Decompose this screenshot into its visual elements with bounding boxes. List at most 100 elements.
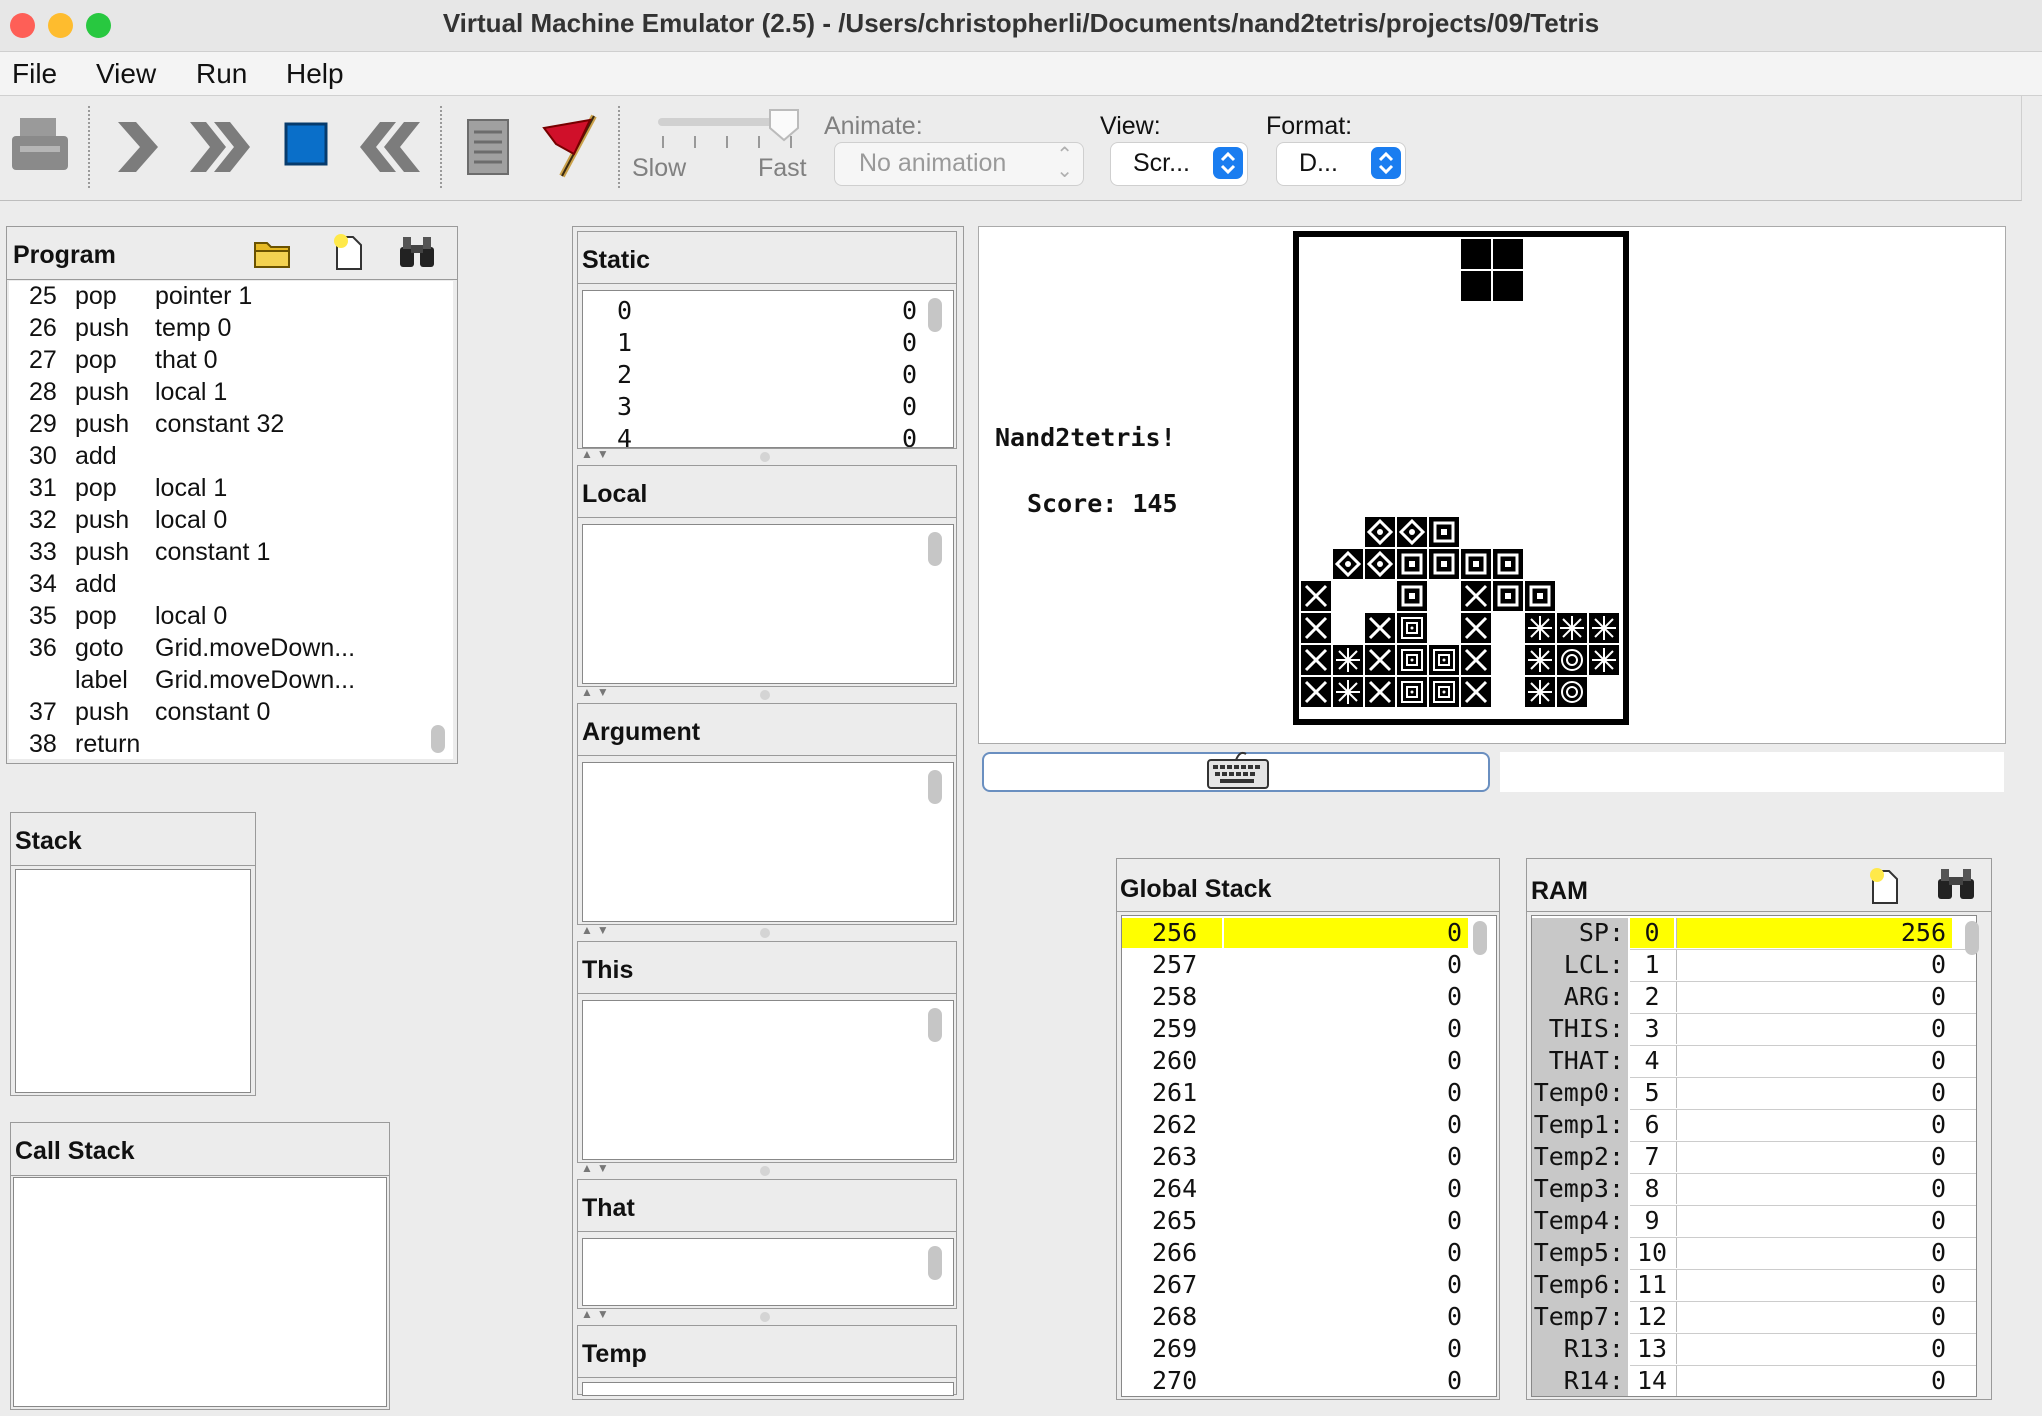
program-row[interactable]: 33 push constant 1 [9, 537, 453, 569]
menu-view[interactable]: View [96, 58, 156, 90]
falling-block [1493, 271, 1523, 301]
animate-select[interactable]: No animation ⌃ ⌄ [834, 142, 1084, 186]
menu-help[interactable]: Help [286, 58, 344, 90]
ram-row[interactable]: R13: 13 0 [1532, 1334, 1976, 1366]
ram-row[interactable]: ARG: 2 0 [1532, 982, 1976, 1014]
global-stack-row[interactable]: 258 0 [1122, 982, 1496, 1014]
argument-list[interactable] [582, 762, 954, 922]
program-list[interactable]: 25 pop pointer 1 26 push temp 0 27 pop that 0 28 p… [9, 281, 453, 759]
ram-row[interactable]: LCL: 1 0 [1532, 950, 1976, 982]
ram-row[interactable]: Temp1: 6 0 [1532, 1110, 1976, 1142]
split-divider[interactable]: ▲▼ [575, 447, 961, 463]
breakpoints-flag-icon[interactable] [536, 110, 606, 180]
settled-block [1397, 613, 1427, 643]
global-stack-row[interactable]: 262 0 [1122, 1110, 1496, 1142]
run-icon[interactable] [188, 118, 254, 176]
program-row[interactable]: 29 push constant 32 [9, 409, 453, 441]
local-list[interactable] [582, 524, 954, 684]
global-stack-row[interactable]: 268 0 [1122, 1302, 1496, 1334]
global-stack-row[interactable]: 265 0 [1122, 1206, 1496, 1238]
static-row[interactable]: 10 [583, 327, 953, 359]
global-stack-header: Global Stack [1117, 859, 1499, 912]
global-stack-scrollbar[interactable] [1473, 921, 1487, 955]
load-program-icon[interactable] [10, 116, 74, 174]
find-binoculars-icon[interactable] [397, 233, 439, 271]
ram-row[interactable]: Temp2: 7 0 [1532, 1142, 1976, 1174]
this-list[interactable] [582, 1000, 954, 1160]
ram-row[interactable]: Temp0: 5 0 [1532, 1078, 1976, 1110]
keyboard-input-field[interactable] [982, 751, 1490, 792]
global-stack-row[interactable]: 266 0 [1122, 1238, 1496, 1270]
program-row[interactable]: 25 pop pointer 1 [9, 281, 453, 313]
split-divider[interactable]: ▲▼ [575, 923, 961, 939]
ram-row[interactable]: Temp7: 12 0 [1532, 1302, 1976, 1334]
menu-run[interactable]: Run [196, 58, 247, 90]
global-stack-row[interactable]: 267 0 [1122, 1270, 1496, 1302]
program-row[interactable]: label Grid.moveDown... [9, 665, 453, 697]
ram-scrollbar[interactable] [1965, 921, 1979, 955]
ram-row[interactable]: THAT: 4 0 [1532, 1046, 1976, 1078]
program-row[interactable]: 35 pop local 0 [9, 601, 453, 633]
static-row[interactable]: 40 [583, 423, 953, 447]
ram-row[interactable]: SP: 0 256 [1532, 918, 1976, 950]
ram-row[interactable]: Temp4: 9 0 [1532, 1206, 1976, 1238]
stop-icon[interactable] [284, 122, 330, 168]
global-stack-row[interactable]: 261 0 [1122, 1078, 1496, 1110]
temp-list[interactable] [582, 1382, 954, 1396]
find-binoculars-icon[interactable] [1935, 865, 1979, 905]
program-row[interactable]: 31 pop local 1 [9, 473, 453, 505]
global-stack-list[interactable]: 256 0 257 0 258 0 259 0 260 0 261 0 262 0 263 0 264 0 265 0… [1121, 915, 1497, 1397]
that-list[interactable] [582, 1238, 954, 1306]
argument-scrollbar[interactable] [928, 770, 942, 804]
split-divider[interactable]: ▲▼ [575, 1161, 961, 1177]
single-step-icon[interactable] [112, 118, 162, 176]
split-divider[interactable]: ▲▼ [575, 685, 961, 701]
new-file-icon[interactable] [1867, 865, 1907, 907]
program-row[interactable]: 37 push constant 0 [9, 697, 453, 729]
program-row[interactable]: 38 return [9, 729, 453, 759]
static-row[interactable]: 30 [583, 391, 953, 423]
ram-row[interactable]: R14: 14 0 [1532, 1366, 1976, 1396]
program-row[interactable]: 34 add [9, 569, 453, 601]
global-stack-row[interactable]: 269 0 [1122, 1334, 1496, 1366]
that-scrollbar[interactable] [928, 1246, 942, 1280]
global-stack-row[interactable]: 264 0 [1122, 1174, 1496, 1206]
menu-file[interactable]: File [12, 58, 57, 90]
global-stack-row[interactable]: 256 0 [1122, 918, 1496, 950]
new-file-icon[interactable] [331, 231, 367, 273]
static-scrollbar[interactable] [928, 298, 942, 332]
format-select[interactable]: D... [1276, 142, 1406, 186]
program-row[interactable]: 36 goto Grid.moveDown... [9, 633, 453, 665]
global-stack-row[interactable]: 263 0 [1122, 1142, 1496, 1174]
split-divider[interactable]: ▲▼ [575, 1307, 961, 1323]
ram-row[interactable]: Temp5: 10 0 [1532, 1238, 1976, 1270]
program-row[interactable]: 32 push local 0 [9, 505, 453, 537]
open-folder-icon[interactable] [253, 235, 293, 271]
ram-row[interactable]: THIS: 3 0 [1532, 1014, 1976, 1046]
program-scrollbar[interactable] [431, 725, 445, 753]
global-stack-row[interactable]: 259 0 [1122, 1014, 1496, 1046]
reset-icon[interactable] [356, 118, 422, 176]
global-stack-row[interactable]: 260 0 [1122, 1046, 1496, 1078]
static-row[interactable]: 00 [583, 295, 953, 327]
program-row[interactable]: 27 pop that 0 [9, 345, 453, 377]
that-header: That [578, 1180, 956, 1232]
program-row[interactable]: 26 push temp 0 [9, 313, 453, 345]
program-row[interactable]: 28 push local 1 [9, 377, 453, 409]
call-stack-list[interactable] [13, 1177, 387, 1407]
ram-row[interactable]: Temp6: 11 0 [1532, 1270, 1976, 1302]
view-select[interactable]: Scr... [1110, 142, 1248, 186]
ram-list[interactable]: SP: 0 256 LCL: 1 0 ARG: 2 0 THIS: 3 0 THAT: 4 0 Temp0: 5… [1531, 915, 1977, 1397]
ram-value: 0 [1676, 1014, 1952, 1044]
static-row[interactable]: 20 [583, 359, 953, 391]
ram-row[interactable]: Temp3: 8 0 [1532, 1174, 1976, 1206]
local-scrollbar[interactable] [928, 532, 942, 566]
global-stack-row[interactable]: 257 0 [1122, 950, 1496, 982]
script-icon[interactable] [462, 116, 514, 178]
program-row[interactable]: 30 add [9, 441, 453, 473]
global-stack-row[interactable]: 270 0 [1122, 1366, 1496, 1396]
this-scrollbar[interactable] [928, 1008, 942, 1042]
stack-list[interactable] [15, 869, 251, 1093]
call-stack-panel: Call Stack [10, 1122, 390, 1410]
static-list[interactable]: 0010203040 [582, 290, 954, 448]
